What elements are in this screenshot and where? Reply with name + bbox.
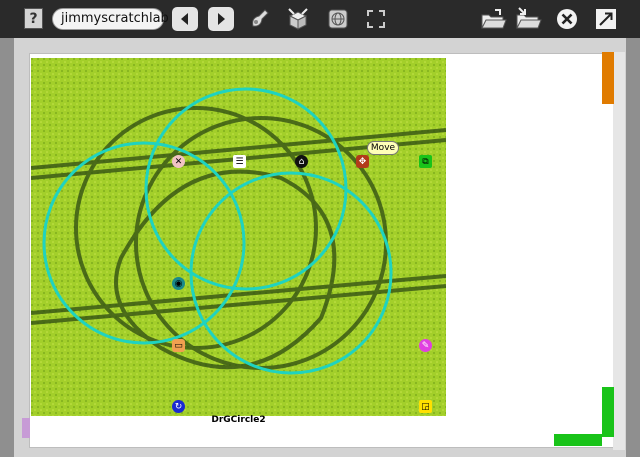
purple-tab[interactable] xyxy=(22,418,30,438)
back-button[interactable] xyxy=(172,7,198,31)
paint-icon xyxy=(252,9,269,27)
expand-icon xyxy=(596,9,616,29)
move-icon: ✥ xyxy=(358,156,367,167)
duplicate-handle[interactable]: ⧉ xyxy=(419,155,432,168)
expand-button[interactable] xyxy=(592,5,620,33)
menu-handle[interactable]: ☰ xyxy=(233,155,246,168)
close-icon: ✕ xyxy=(174,156,183,167)
back-arrow-icon xyxy=(181,13,188,25)
close-button[interactable] xyxy=(553,5,581,33)
copy-icon: ⧉ xyxy=(422,156,429,167)
window-icon: ▭ xyxy=(174,340,183,351)
globe-button[interactable] xyxy=(324,5,352,33)
rotate-handle[interactable]: ↻ xyxy=(172,400,185,413)
resize-icon: ◲ xyxy=(421,401,430,412)
save-project-button[interactable] xyxy=(514,5,542,33)
move-tooltip: Move xyxy=(367,141,399,155)
dropper-icon: ✎ xyxy=(421,340,430,351)
green-resize-bar-horizontal[interactable] xyxy=(554,434,602,446)
close-icon xyxy=(557,9,577,29)
crop-circle-photo[interactable] xyxy=(31,58,446,416)
fullscreen-button[interactable] xyxy=(362,5,390,33)
delete-handle[interactable]: ✕ xyxy=(172,155,185,168)
resize-handle[interactable]: ◲ xyxy=(419,400,432,413)
help-button[interactable]: ? xyxy=(24,8,43,29)
view-handle[interactable]: ◉ xyxy=(172,277,185,290)
paint-button[interactable] xyxy=(246,5,274,33)
save-folder-icon xyxy=(516,7,542,29)
help-icon: ? xyxy=(29,10,38,27)
project-name-field[interactable]: jimmyscratchlab xyxy=(52,8,169,30)
top-toolbar: ? jimmyscratchlab xyxy=(0,0,640,38)
eye-icon: ◉ xyxy=(174,278,183,289)
open-project-button[interactable] xyxy=(479,5,507,33)
fullscreen-icon xyxy=(367,10,385,28)
house-icon: ⌂ xyxy=(298,156,305,167)
inspect-handle[interactable]: ⌂ xyxy=(295,155,308,168)
morph-name-label: DrGCircle2 xyxy=(211,415,266,425)
vertical-scroll-thumb[interactable] xyxy=(602,52,614,104)
globe-icon xyxy=(328,9,348,29)
open-box-button[interactable] xyxy=(284,5,312,33)
rotate-icon: ↻ xyxy=(174,401,183,412)
open-box-icon xyxy=(288,8,308,30)
open-folder-icon xyxy=(481,9,507,29)
move-handle[interactable]: ✥ xyxy=(356,155,369,168)
green-resize-bar[interactable] xyxy=(602,387,614,437)
menu-icon: ☰ xyxy=(235,156,244,167)
color-handle[interactable]: ✎ xyxy=(419,339,432,352)
collapse-handle[interactable]: ▭ xyxy=(172,339,185,352)
forward-button[interactable] xyxy=(208,7,234,31)
forward-arrow-icon xyxy=(218,13,225,25)
vertical-scroll-track[interactable] xyxy=(613,52,625,450)
